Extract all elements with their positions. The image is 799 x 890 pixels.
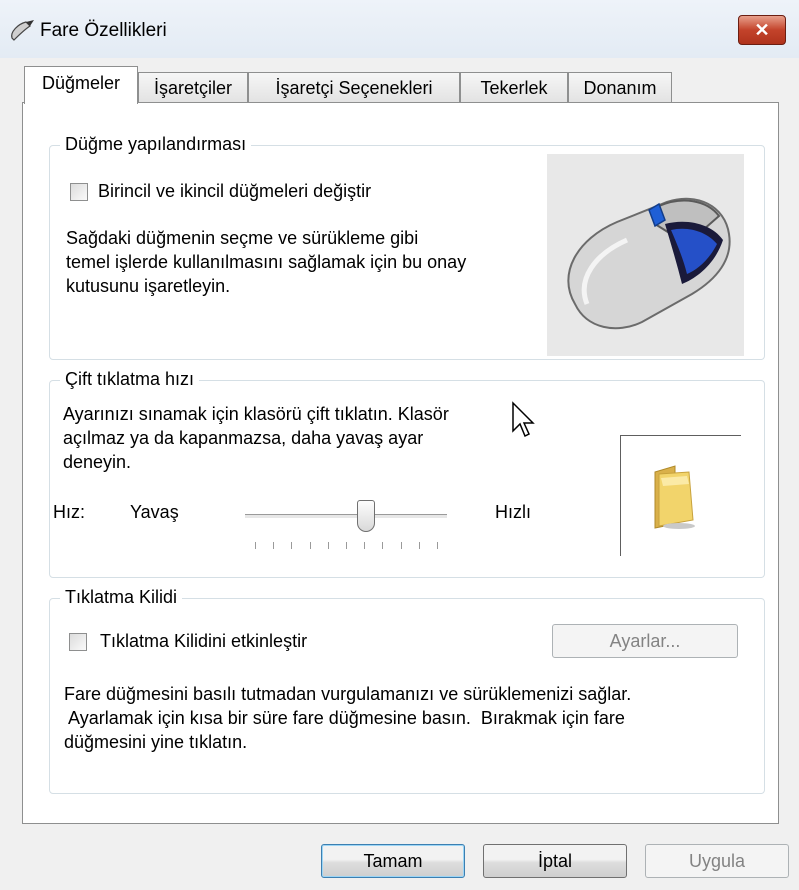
slider-tick: [364, 542, 366, 549]
double-click-group: Çift tıklatma hızı Ayarınızı sınamak içi…: [49, 369, 765, 578]
apply-button[interactable]: Uygula: [645, 844, 789, 878]
click-lock-desc-3: düğmesini yine tıklatın.: [64, 732, 248, 752]
click-lock-group: Tıklatma Kilidi Tıklatma Kilidini etkinl…: [49, 587, 765, 794]
slider-ticks: [255, 542, 438, 550]
click-lock-label: Tıklatma Kilidini etkinleştir: [100, 631, 308, 651]
mouse-app-icon: [11, 20, 34, 41]
test-folder-area[interactable]: [620, 435, 741, 556]
slider-tick: [346, 542, 347, 549]
button-config-desc-2: temel işlerde kullanılmasını sağlamak iç…: [66, 252, 467, 272]
slider-track[interactable]: [245, 514, 447, 519]
mouse-image: [547, 154, 744, 356]
title-bar: Fare Özellikleri ✕: [0, 0, 799, 58]
window-title: Fare Özellikleri: [40, 20, 167, 41]
double-click-desc-1: Ayarınızı sınamak için klasörü çift tıkl…: [63, 404, 449, 424]
click-lock-desc-2: Ayarlamak için kısa bir süre fare düğmes…: [64, 708, 625, 728]
double-click-legend: Çift tıklatma hızı: [60, 369, 200, 390]
click-lock-desc-1: Fare düğmesini basılı tutmadan vurgulama…: [64, 684, 632, 704]
tab-tekerlek[interactable]: Tekerlek: [460, 72, 568, 102]
ok-button[interactable]: Tamam: [321, 844, 465, 878]
slow-label: Yavaş: [130, 502, 179, 522]
close-button[interactable]: ✕: [738, 15, 786, 45]
click-lock-checkbox[interactable]: [69, 633, 87, 651]
folder-icon: [654, 465, 695, 529]
slider-tick: [400, 542, 402, 549]
slider-tick: [382, 542, 384, 549]
close-icon: ✕: [754, 20, 770, 40]
fast-label: Hızlı: [495, 502, 531, 522]
button-config-desc-3: kutusunu işaretleyin.: [66, 276, 231, 296]
mouse-cursor-icon: [512, 401, 535, 438]
mouse-picture-icon: [567, 197, 731, 330]
button-config-group: Düğme yapılandırması Birincil ve ikincil…: [49, 134, 765, 360]
slider-tick: [291, 542, 293, 549]
button-config-legend: Düğme yapılandırması: [60, 134, 252, 155]
slider-tick: [255, 542, 256, 549]
tab-donanim[interactable]: Donanım: [568, 72, 672, 102]
tab-dugmeler[interactable]: Düğmeler: [24, 66, 138, 104]
settings-button[interactable]: Ayarlar...: [552, 624, 738, 658]
speed-label: Hız:: [53, 502, 86, 522]
cancel-button[interactable]: İptal: [483, 844, 627, 878]
slider-thumb[interactable]: [357, 500, 376, 532]
double-click-desc-2: açılmaz ya da kapanmazsa, daha yavaş aya…: [63, 428, 424, 448]
slider-tick: [309, 542, 311, 549]
slider-tick: [327, 542, 329, 549]
slider-tick: [273, 542, 275, 549]
button-config-desc-1: Sağdaki düğmenin seçme ve sürükleme gibi: [66, 228, 419, 248]
slider-tick: [437, 542, 438, 549]
tab-isaretci-secenekleri[interactable]: İşaretçi Seçenekleri: [248, 72, 460, 102]
tab-panel: Düğme yapılandırması Birincil ve ikincil…: [22, 102, 779, 824]
swap-buttons-checkbox[interactable]: [70, 183, 88, 201]
double-click-desc-3: deneyin.: [63, 452, 132, 472]
click-lock-legend: Tıklatma Kilidi: [60, 587, 183, 608]
tab-isaretciler[interactable]: İşaretçiler: [138, 72, 248, 102]
slider-tick: [418, 542, 420, 549]
swap-buttons-label: Birincil ve ikincil düğmeleri değiştir: [98, 181, 372, 201]
